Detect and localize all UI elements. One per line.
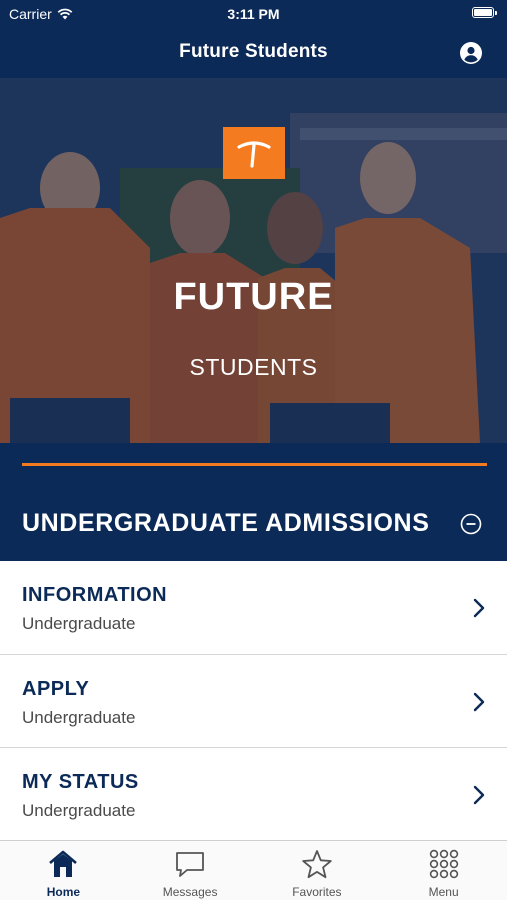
tab-favorites[interactable]: Favorites xyxy=(254,841,381,900)
section-header[interactable]: UNDERGRADUATE ADMISSIONS xyxy=(0,443,507,561)
tab-label: Menu xyxy=(428,885,459,899)
item-title: INFORMATION xyxy=(22,584,168,606)
item-title: MY STATUS xyxy=(22,771,139,793)
divider xyxy=(22,463,487,466)
account-circle-icon[interactable] xyxy=(459,41,483,65)
clock: 3:11 PM xyxy=(227,6,280,22)
section-title: UNDERGRADUATE ADMISSIONS xyxy=(22,509,430,537)
page-title: Future Students xyxy=(179,41,328,62)
list-item-my-status[interactable]: MY STATUS Undergraduate xyxy=(0,748,507,842)
hero-banner: FUTURE STUDENTS xyxy=(0,78,507,443)
item-title: APPLY xyxy=(22,677,90,700)
status-bar: Carrier 3:11 PM xyxy=(0,0,507,28)
tab-home[interactable]: Home xyxy=(0,841,127,900)
pickaxe-icon xyxy=(237,141,271,168)
home-icon xyxy=(49,850,78,877)
list-item-information[interactable]: INFORMATION Undergraduate xyxy=(0,561,507,655)
navigation-bar: Future Students xyxy=(0,28,507,78)
tab-label: Home xyxy=(46,885,81,899)
chevron-right-icon xyxy=(473,692,485,711)
hero-subtitle: STUDENTS xyxy=(189,354,318,380)
tab-messages[interactable]: Messages xyxy=(127,841,254,900)
minus-circle-icon[interactable] xyxy=(460,513,482,535)
item-subtitle: Undergraduate xyxy=(22,801,136,820)
tab-label: Favorites xyxy=(292,885,342,899)
tab-menu[interactable]: Menu xyxy=(380,841,507,900)
tab-label: Messages xyxy=(162,885,218,899)
item-subtitle: Undergraduate xyxy=(22,614,136,633)
hero-title: FUTURE xyxy=(173,276,334,318)
list-item-apply[interactable]: APPLY Undergraduate xyxy=(0,654,507,748)
logo-badge xyxy=(223,127,285,179)
tab-bar: Home Messages Favorites Menu xyxy=(0,840,507,900)
chevron-right-icon xyxy=(473,785,485,805)
chevron-right-icon xyxy=(473,598,485,618)
item-subtitle: Undergraduate xyxy=(22,707,136,727)
star-icon xyxy=(302,850,332,879)
battery-icon xyxy=(472,7,497,18)
chat-bubble-icon xyxy=(176,852,205,877)
grid-dots-icon xyxy=(429,849,458,879)
admissions-list: INFORMATION Undergraduate APPLY Undergra… xyxy=(0,561,507,842)
